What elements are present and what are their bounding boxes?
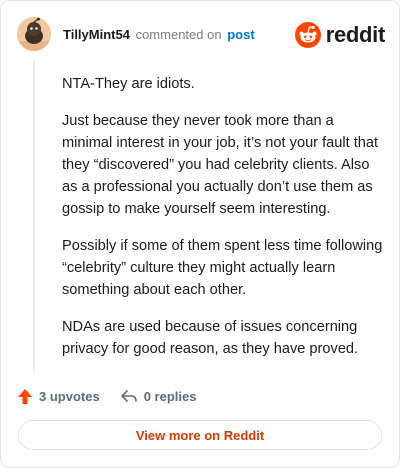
- comment-paragraph: Just because they never took more than a…: [62, 113, 379, 217]
- upvote-arrow-icon: [18, 388, 32, 404]
- comment-paragraph: NDAs are used because of issues concerni…: [62, 319, 359, 357]
- upvote-count: 3 upvotes: [39, 388, 100, 404]
- snoo-avatar-icon: [17, 17, 51, 51]
- comment-header: TillyMint54 commented on post reddit: [17, 17, 385, 51]
- commented-on-text: commented on: [135, 27, 222, 42]
- reddit-brand-link[interactable]: reddit: [294, 21, 386, 49]
- reddit-logo-icon: [294, 22, 321, 48]
- view-more-on-reddit-button[interactable]: View more on Reddit: [18, 420, 382, 450]
- user-avatar[interactable]: [17, 17, 51, 51]
- username-link[interactable]: TillyMint54: [63, 27, 130, 42]
- comment-paragraph: NTA-They are idiots.: [62, 76, 195, 92]
- reply-count: 0 replies: [143, 388, 197, 404]
- reddit-wordmark: reddit: [325, 22, 386, 47]
- thread-line: [33, 59, 35, 371]
- upvote-button[interactable]: 3 upvotes: [17, 388, 100, 405]
- replies-button[interactable]: 0 replies: [120, 388, 197, 404]
- comment-actions: 3 upvotes 0 replies: [17, 386, 196, 406]
- reddit-comment-embed: TillyMint54 commented on post reddit NTA…: [0, 0, 400, 468]
- post-link[interactable]: post: [227, 27, 254, 42]
- comment-body: NTA-They are idiots. Just because they n…: [62, 73, 386, 375]
- reply-arrow-icon: [120, 390, 137, 402]
- comment-paragraph: Possibly if some of them spent less time…: [62, 238, 383, 298]
- comment-meta: TillyMint54 commented on post: [63, 27, 255, 43]
